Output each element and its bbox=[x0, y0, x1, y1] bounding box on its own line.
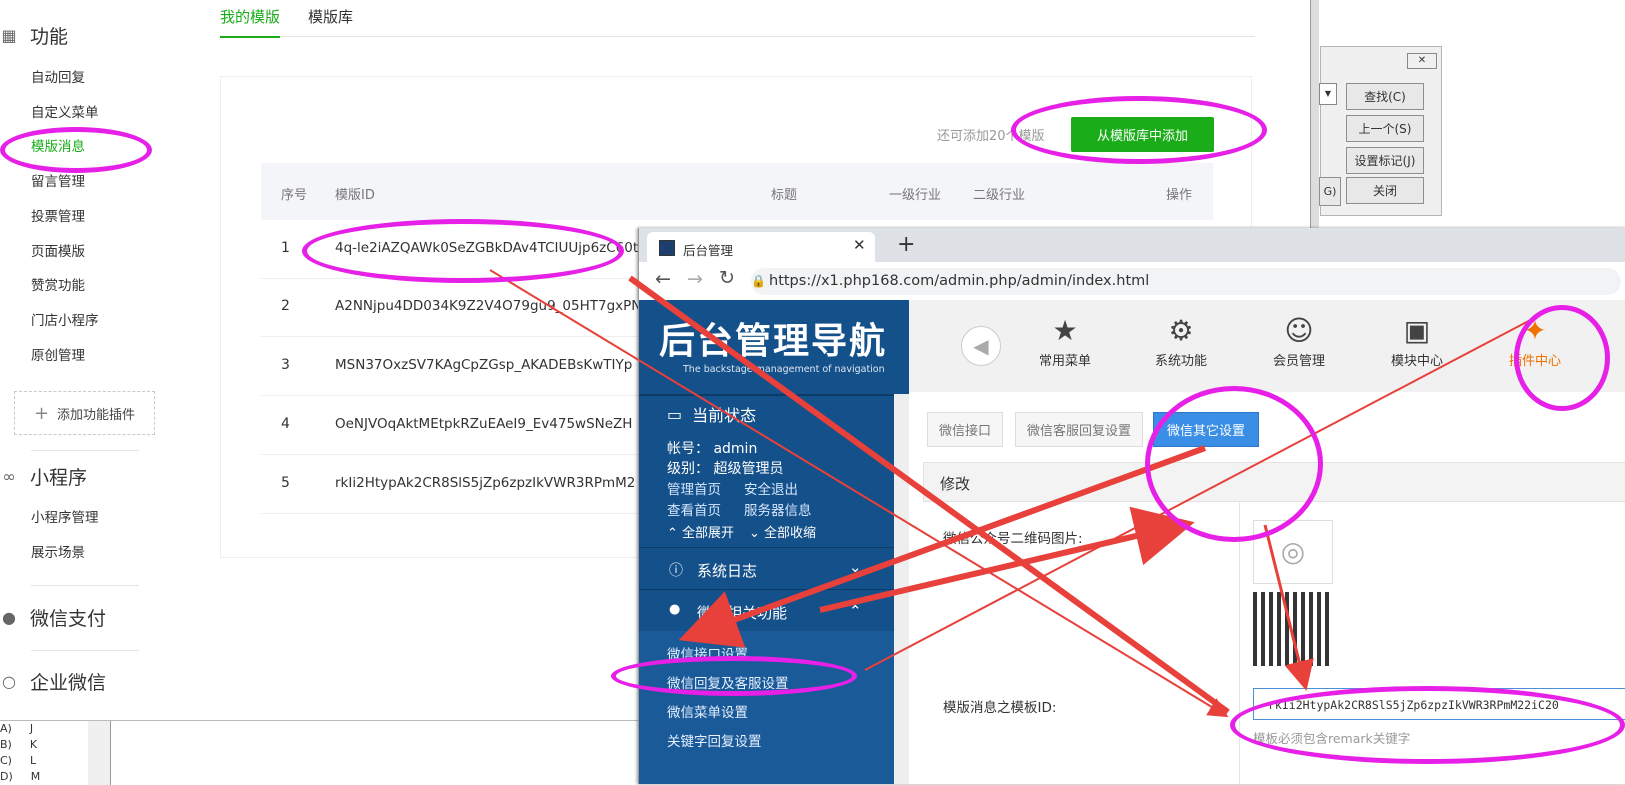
arrow bbox=[1263, 524, 1314, 691]
arrow bbox=[678, 445, 1207, 648]
arrow bbox=[628, 275, 1230, 715]
arrow bbox=[489, 269, 1229, 718]
arrow bbox=[864, 314, 1541, 671]
annotation-overlay bbox=[489, 269, 1541, 718]
